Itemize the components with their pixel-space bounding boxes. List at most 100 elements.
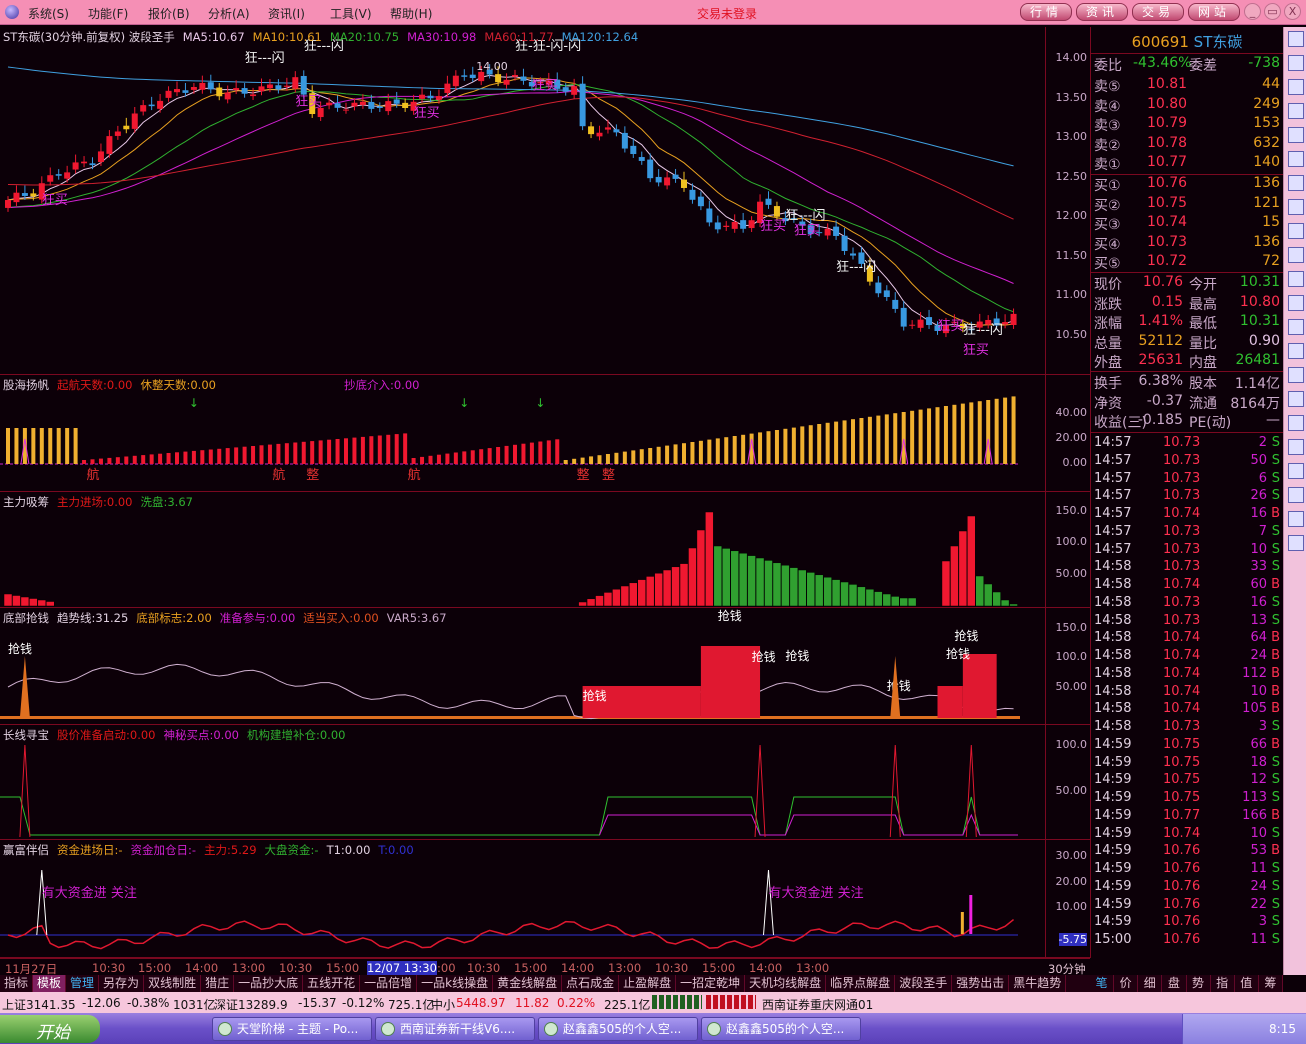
right-tab-4[interactable]: 势: [1187, 975, 1211, 992]
tab-15[interactable]: 临界点解盘: [826, 975, 896, 992]
tab-6[interactable]: 一品抄大底: [234, 975, 304, 992]
tick-row[interactable]: 14:58 10.73 13 S: [1091, 613, 1283, 631]
menu-tools[interactable]: 工具(V): [330, 5, 372, 22]
tick-row[interactable]: 14:58 10.74 24 B: [1091, 648, 1283, 666]
tick-row[interactable]: 14:58 10.73 33 S: [1091, 559, 1283, 577]
right-tab-6[interactable]: 值: [1235, 975, 1259, 992]
toolbar-candle-icon[interactable]: [1288, 103, 1304, 119]
toolbar-table-icon[interactable]: [1288, 55, 1304, 71]
right-tab-3[interactable]: 盘: [1162, 975, 1187, 992]
tick-row[interactable]: 14:59 10.75 12 S: [1091, 772, 1283, 790]
tab-2[interactable]: 管理: [66, 975, 100, 992]
task-item-3[interactable]: 赵鑫鑫505的个人空...: [538, 1017, 698, 1041]
task-item-2[interactable]: 西南证券新干线V6....: [375, 1017, 535, 1041]
nav-market-button[interactable]: 行情: [1020, 3, 1072, 21]
tick-row[interactable]: 14:58 10.74 105 B: [1091, 701, 1283, 719]
tab-1[interactable]: 模板: [33, 975, 67, 992]
tick-row[interactable]: 14:57 10.73 10 S: [1091, 542, 1283, 560]
toolbar-search-icon[interactable]: [1288, 271, 1304, 287]
broker-connection[interactable]: 西南证券重庆网通01: [762, 996, 873, 1013]
toolbar-dollar-icon[interactable]: [1288, 415, 1304, 431]
login-status[interactable]: 交易未登录: [697, 5, 757, 22]
menu-system[interactable]: 系统(S): [28, 5, 69, 22]
tick-row[interactable]: 14:57 10.73 2 S: [1091, 435, 1283, 453]
indicator-panel-guhai[interactable]: ↓ ↓ ↓ 航航整航整整股海扬帆 起航天数:0.00 休整天数:0.00 抄底介入:0.00: [0, 375, 1045, 492]
tab-8[interactable]: 一品倍增: [360, 975, 418, 992]
tab-11[interactable]: 点石成金: [562, 975, 620, 992]
tick-row[interactable]: 14:58 10.74 10 B: [1091, 684, 1283, 702]
price-chart-canvas[interactable]: 14.00狂买狂---闪狂---闪狂买狂买狂-狂-闪-闪狂买狂---闪狂买 狂买狂…: [0, 27, 1045, 375]
tick-row[interactable]: 14:58 10.73 16 S: [1091, 595, 1283, 613]
right-tab-1[interactable]: 价: [1114, 975, 1139, 992]
tick-row[interactable]: 14:58 10.74 60 B: [1091, 577, 1283, 595]
menu-help[interactable]: 帮助(H): [390, 5, 432, 22]
nav-website-button[interactable]: 网站: [1188, 3, 1240, 21]
tick-row[interactable]: 14:57 10.73 26 S: [1091, 488, 1283, 506]
candlestick-chart[interactable]: 14.00 狂买 狂---闪 狂---闪 狂买 狂买 狂-狂-闪-闪 狂买 狂---闪 狂买 狂买狂…: [0, 27, 1045, 375]
tick-row[interactable]: 14:58 10.74 112 B: [1091, 666, 1283, 684]
toolbar-line-chart-icon[interactable]: [1288, 79, 1304, 95]
tick-row[interactable]: 14:57 10.73 6 S: [1091, 471, 1283, 489]
task-item-1[interactable]: 天堂阶梯 - 主题 - Po...: [212, 1017, 372, 1041]
tick-row[interactable]: 14:59 10.76 24 S: [1091, 879, 1283, 897]
menu-analysis[interactable]: 分析(A): [208, 5, 250, 22]
tick-row[interactable]: 14:59 10.75 66 B: [1091, 737, 1283, 755]
right-tab-0[interactable]: 笔: [1090, 975, 1115, 992]
tab-9[interactable]: 一品k线操盘: [417, 975, 494, 992]
toolbar-link-icon[interactable]: [1288, 439, 1304, 455]
tick-row[interactable]: 14:59 10.76 53 B: [1091, 843, 1283, 861]
right-tab-5[interactable]: 指: [1211, 975, 1235, 992]
tab-13[interactable]: 一招定乾坤: [676, 975, 746, 992]
toolbar-move-icon[interactable]: [1288, 487, 1304, 503]
toolbar-gold-icon[interactable]: [1288, 199, 1304, 215]
toolbar-arrow-down-icon[interactable]: [1288, 535, 1304, 551]
tab-18[interactable]: 黑牛趋势: [1009, 975, 1067, 992]
tab-3[interactable]: 另存为: [99, 975, 145, 992]
tab-14[interactable]: 天机均线解盘: [745, 975, 827, 992]
menu-function[interactable]: 功能(F): [88, 5, 128, 22]
right-tab-7[interactable]: 筹: [1259, 975, 1283, 992]
tab-7[interactable]: 五线开花: [303, 975, 361, 992]
tab-0[interactable]: 指标: [0, 975, 34, 992]
toolbar-arrow-up-icon[interactable]: [1288, 511, 1304, 527]
tick-row[interactable]: 14:58 10.73 3 S: [1091, 719, 1283, 737]
tick-row[interactable]: 15:00 10.76 11 S: [1091, 932, 1283, 950]
tab-10[interactable]: 黄金线解盘: [493, 975, 563, 992]
indicator-panel-changxian[interactable]: 长线寻宝 股价准备启动:0.00 神秘买点:0.00 机构建增补仓:0.00: [0, 725, 1045, 840]
tick-row[interactable]: 14:59 10.75 113 S: [1091, 790, 1283, 808]
nav-info-button[interactable]: 资讯: [1076, 3, 1128, 21]
tab-16[interactable]: 波段圣手: [895, 975, 953, 992]
right-tab-2[interactable]: 细: [1138, 975, 1163, 992]
indicator-panel-dibu[interactable]: 抢钱 抢钱 抢钱 抢钱 抢钱 抢钱 抢钱 抢钱 底部抢钱 趋势线:31.25 底部标志:2.00 准备…: [0, 608, 1045, 725]
toolbar-etf-icon[interactable]: [1288, 295, 1304, 311]
toolbar-window-icon[interactable]: [1288, 127, 1304, 143]
indicator-panel-yingfu[interactable]: 有大资金进 关注 有大资金进 关注 赢富伴侣 资金进场日:- 资金加仓日:- 主力:5.2…: [0, 840, 1045, 958]
toolbar-calc-icon[interactable]: [1288, 175, 1304, 191]
toolbar-pencil-icon[interactable]: [1288, 463, 1304, 479]
toolbar-report-icon[interactable]: [1288, 31, 1304, 47]
task-item-4[interactable]: 赵鑫鑫505的个人空...: [701, 1017, 861, 1041]
tick-row[interactable]: 14:59 10.76 11 S: [1091, 861, 1283, 879]
start-button[interactable]: 开始: [0, 1015, 100, 1043]
indicator-panel-zhuli[interactable]: 主力吸筹 主力进场:0.00 洗盘:3.67: [0, 492, 1045, 608]
nav-trade-button[interactable]: 交易: [1132, 3, 1184, 21]
tick-row[interactable]: 14:59 10.76 22 S: [1091, 897, 1283, 915]
tab-17[interactable]: 强势出击: [952, 975, 1010, 992]
toolbar-list-icon[interactable]: [1288, 151, 1304, 167]
tick-row[interactable]: 14:59 10.74 10 S: [1091, 826, 1283, 844]
restore-button[interactable]: ▭: [1264, 3, 1281, 20]
tick-row[interactable]: 14:59 10.75 18 S: [1091, 755, 1283, 773]
tab-5[interactable]: 猎庄: [201, 975, 235, 992]
tick-row[interactable]: 14:59 10.77 166 B: [1091, 808, 1283, 826]
menu-quote[interactable]: 报价(B): [148, 5, 190, 22]
toolbar-multi-chart-icon[interactable]: [1288, 319, 1304, 335]
menu-info[interactable]: 资讯(I): [268, 5, 305, 22]
tab-12[interactable]: 止盈解盘: [619, 975, 677, 992]
toolbar-grid-icon[interactable]: [1288, 391, 1304, 407]
toolbar-people-icon[interactable]: [1288, 223, 1304, 239]
toolbar-formula-icon[interactable]: [1288, 247, 1304, 263]
minimize-button[interactable]: _: [1244, 3, 1261, 20]
tick-row[interactable]: 14:58 10.74 64 B: [1091, 630, 1283, 648]
tick-row[interactable]: 14:57 10.73 50 S: [1091, 453, 1283, 471]
toolbar-refresh-icon[interactable]: [1288, 367, 1304, 383]
